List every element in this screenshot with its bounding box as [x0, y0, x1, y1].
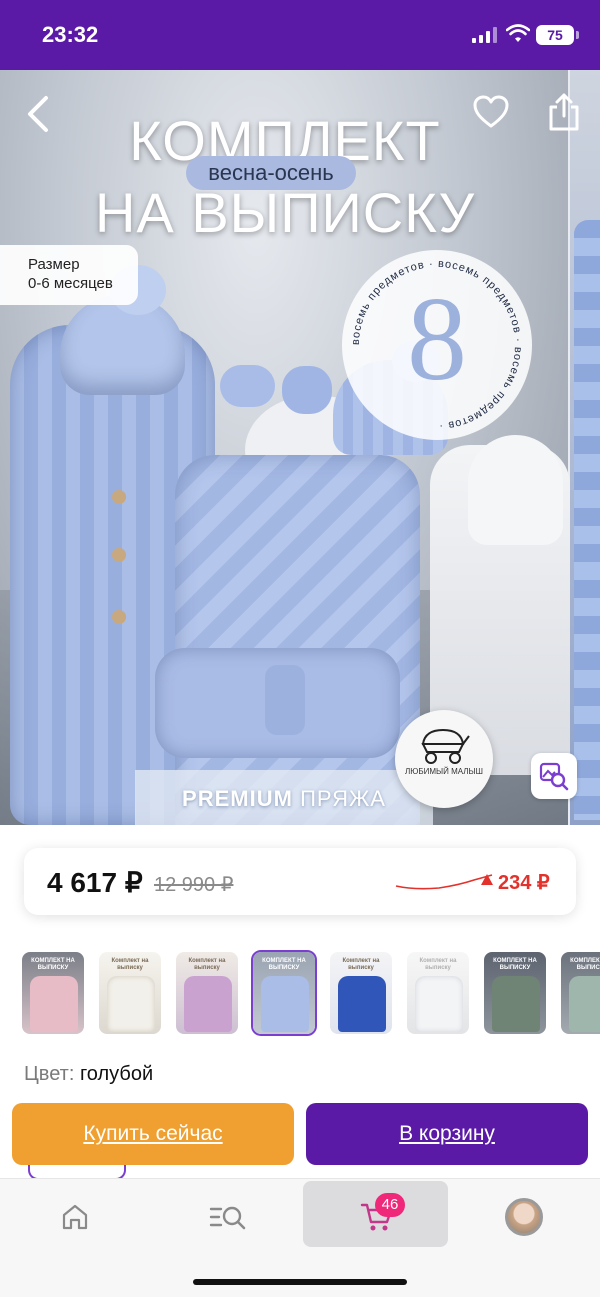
color-variant-thumbnail[interactable]: Комплект на выписку	[174, 950, 240, 1036]
share-icon	[549, 93, 579, 131]
price-up-icon	[481, 874, 493, 885]
thumbnail-caption: Комплект на выписку	[342, 958, 380, 971]
status-time: 23:32	[42, 22, 99, 47]
thumbnail-caption: Комплект на выписку	[188, 958, 226, 971]
price-card: 4 617 ₽ 12 990 ₽ 234 ₽	[24, 848, 576, 915]
selected-color-row: Цвет: голубой	[24, 1063, 153, 1086]
wooden-button	[112, 490, 126, 504]
size-label: Размер	[28, 256, 80, 273]
size-info-card: Размер 0-6 месяцев	[0, 245, 138, 305]
color-variant-thumbnail[interactable]: Комплект на выписку	[405, 950, 471, 1036]
premium-yarn-word: ПРЯЖА	[300, 786, 386, 811]
premium-yarn-label: PREMIUM ПРЯЖА	[135, 770, 433, 825]
thumbnail-garment	[338, 976, 386, 1032]
thumbnail-caption: КОМПЛЕКТ НА ВЫПИСКУ	[31, 958, 75, 971]
add-to-cart-button[interactable]: В корзину	[306, 1103, 588, 1165]
color-variant-thumbnail[interactable]: КОМПЛЕКТ НА ВЫПИСКУ	[20, 950, 86, 1036]
size-value: 0-6 месяцев	[28, 275, 113, 292]
current-price: 4 617 ₽	[47, 867, 143, 898]
visual-search-button[interactable]	[531, 753, 577, 799]
home-indicator	[193, 1279, 407, 1285]
buy-now-button[interactable]: Купить сейчас	[12, 1103, 294, 1165]
badge-number: 8	[407, 272, 467, 405]
wifi-icon	[506, 24, 530, 42]
share-button[interactable]	[546, 92, 582, 132]
white-cap	[468, 435, 563, 545]
brand-logo-text: ЛЮБИМЫЙ МАЛЫШ	[405, 767, 483, 776]
color-value: голубой	[79, 1063, 154, 1085]
thumbnail-caption: Комплект на выписку	[111, 958, 149, 971]
stroller-icon	[421, 728, 470, 764]
heart-icon	[473, 95, 509, 128]
favorite-button[interactable]	[472, 94, 510, 130]
signal-icon	[472, 27, 497, 43]
thumbnail-caption: КОМПЛЕКТ НА ВЫПИСКУ	[493, 958, 537, 971]
old-price: 12 990 ₽	[154, 874, 234, 896]
tab-profile[interactable]	[452, 1181, 597, 1247]
product-image-gallery[interactable]: КОМПЛЕКТ НА ВЫПИСКУ весна-осень Размер 0…	[0, 70, 600, 825]
color-variant-thumbnail[interactable]: КОМПЛЕКТ НА ВЫПИСКУ	[482, 950, 548, 1036]
battery-indicator: 75	[536, 25, 579, 45]
color-variant-thumbnail[interactable]: Комплект на выписку	[328, 950, 394, 1036]
thumbnail-caption: КОМПЛЕКТ НА ВЫПИСКУ	[262, 958, 306, 971]
thumbnail-garment	[261, 976, 309, 1032]
thumbnail-garment	[492, 976, 540, 1032]
season-tag: весна-осень	[186, 156, 356, 190]
cart-count-badge: 46	[375, 1193, 405, 1217]
tab-home[interactable]	[2, 1181, 147, 1247]
color-variant-thumbnail[interactable]: Комплект на выписку	[97, 950, 163, 1036]
thumbnail-caption: КОМПЛЕКТ НА ВЫПИСКУ	[570, 958, 600, 971]
home-icon	[62, 1204, 88, 1230]
thumbnail-garment	[184, 976, 232, 1032]
price-change: 234 ₽	[498, 872, 550, 894]
bootie-right	[282, 366, 332, 414]
chevron-left-icon	[28, 96, 48, 132]
tab-cart[interactable]: 46	[303, 1181, 448, 1247]
items-count-badge: восемь предметов · восемь предметов · во…	[342, 250, 532, 440]
brand-logo: ЛЮБИМЫЙ МАЛЫШ	[395, 710, 493, 808]
image-search-icon	[539, 762, 569, 791]
thumbnail-garment	[415, 976, 463, 1032]
catalog-search-icon	[209, 1206, 246, 1230]
thumbnail-garment	[30, 976, 78, 1032]
color-variants-strip[interactable]: КОМПЛЕКТ НА ВЫПИСКУ Комплект на выписку …	[0, 945, 600, 1040]
thumbnail-caption: Комплект на выписку	[419, 958, 457, 971]
premium-word: PREMIUM	[182, 786, 293, 811]
profile-avatar	[505, 1198, 543, 1236]
bow-knot	[265, 665, 305, 735]
status-bar: 23:32 75	[0, 0, 600, 70]
color-variant-thumbnail-selected[interactable]: КОМПЛЕКТ НА ВЫПИСКУ	[251, 950, 317, 1036]
price-trend-sparkline[interactable]	[394, 868, 494, 898]
thumbnail-garment	[569, 976, 600, 1032]
wooden-button	[112, 610, 126, 624]
bootie-left	[220, 365, 275, 407]
color-variant-thumbnail[interactable]: КОМПЛЕКТ НА ВЫПИСКУ	[559, 950, 600, 1036]
color-label: Цвет:	[24, 1063, 75, 1085]
next-slide-preview[interactable]	[568, 70, 600, 825]
wooden-button	[112, 548, 126, 562]
tab-catalog[interactable]	[152, 1181, 297, 1247]
back-button[interactable]	[22, 94, 54, 134]
thumbnail-garment	[107, 976, 155, 1032]
